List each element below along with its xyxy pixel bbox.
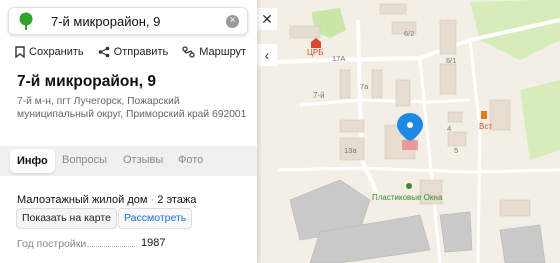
shop-icon[interactable] [406,183,412,189]
tab-questions[interactable]: Вопросы [62,154,107,166]
map-label-hospital[interactable]: ЦРБ [307,48,324,57]
clear-icon[interactable]: × [226,14,239,28]
building-type: Малоэтажный жилой дом [17,194,148,206]
show-on-map-button[interactable]: Показать на карте [16,208,117,229]
collapse-panel-button[interactable]: ‹ [257,44,277,66]
year-label: Год постройки [17,238,87,250]
action-bar: Сохранить Отправить Маршрут [15,46,246,58]
map-label-district: 7-й [313,91,325,100]
tab-info[interactable]: Инфо [10,149,55,173]
route-icon [182,46,195,58]
map-label-13a: 13а [344,146,357,155]
map-label-17a: 17А [332,54,346,63]
bookmark-icon [15,46,25,58]
close-icon: ✕ [261,10,273,27]
tabs-bar: Инфо Вопросы Отзывы Фото [0,146,257,176]
collapse-left-icon: ‹ [264,47,270,63]
building-info: Малоэтажный жилой дом · 2 этажа [17,194,197,206]
map-label-5: 5 [454,146,459,155]
map-label-plastic-windows[interactable]: Пластиковые Окна [372,193,442,202]
place-address: 7-й м-н, пгт Лучегорск, Пожарский муници… [17,96,247,120]
share-icon [98,46,109,58]
route-label: Маршрут [199,46,247,58]
place-title: 7-й микрорайон, 9 [17,73,156,90]
tab-photos[interactable]: Фото [178,154,203,166]
tab-reviews[interactable]: Отзывы [123,154,163,166]
share-label: Отправить [113,46,169,58]
place-card-panel: 7-й микрорайон, 9 × Сохранить Отправить … [0,0,257,263]
map-label-4: 4 [447,124,452,133]
save-label: Сохранить [29,46,84,58]
map-label-bvst[interactable]: Вст [479,122,492,131]
search-bar[interactable]: 7-й микрорайон, 9 × [8,7,248,35]
map-logo-icon [15,10,37,32]
map-label-7a: 7а [360,82,369,91]
share-button[interactable]: Отправить [98,46,169,58]
close-panel-button[interactable]: ✕ [257,8,277,30]
save-button[interactable]: Сохранить [15,46,84,58]
route-button[interactable]: Маршрут [182,46,246,58]
dotted-leader [87,246,137,247]
search-input[interactable]: 7-й микрорайон, 9 [51,14,226,29]
building-floors: 2 этажа [157,194,197,206]
year-value: 1987 [141,237,166,249]
map-label-6-2: 6/2 [404,29,415,38]
restaurant-icon[interactable] [481,111,487,119]
map-label-6-1: 6/1 [446,56,457,65]
inspect-button[interactable]: Рассмотреть [118,208,193,229]
